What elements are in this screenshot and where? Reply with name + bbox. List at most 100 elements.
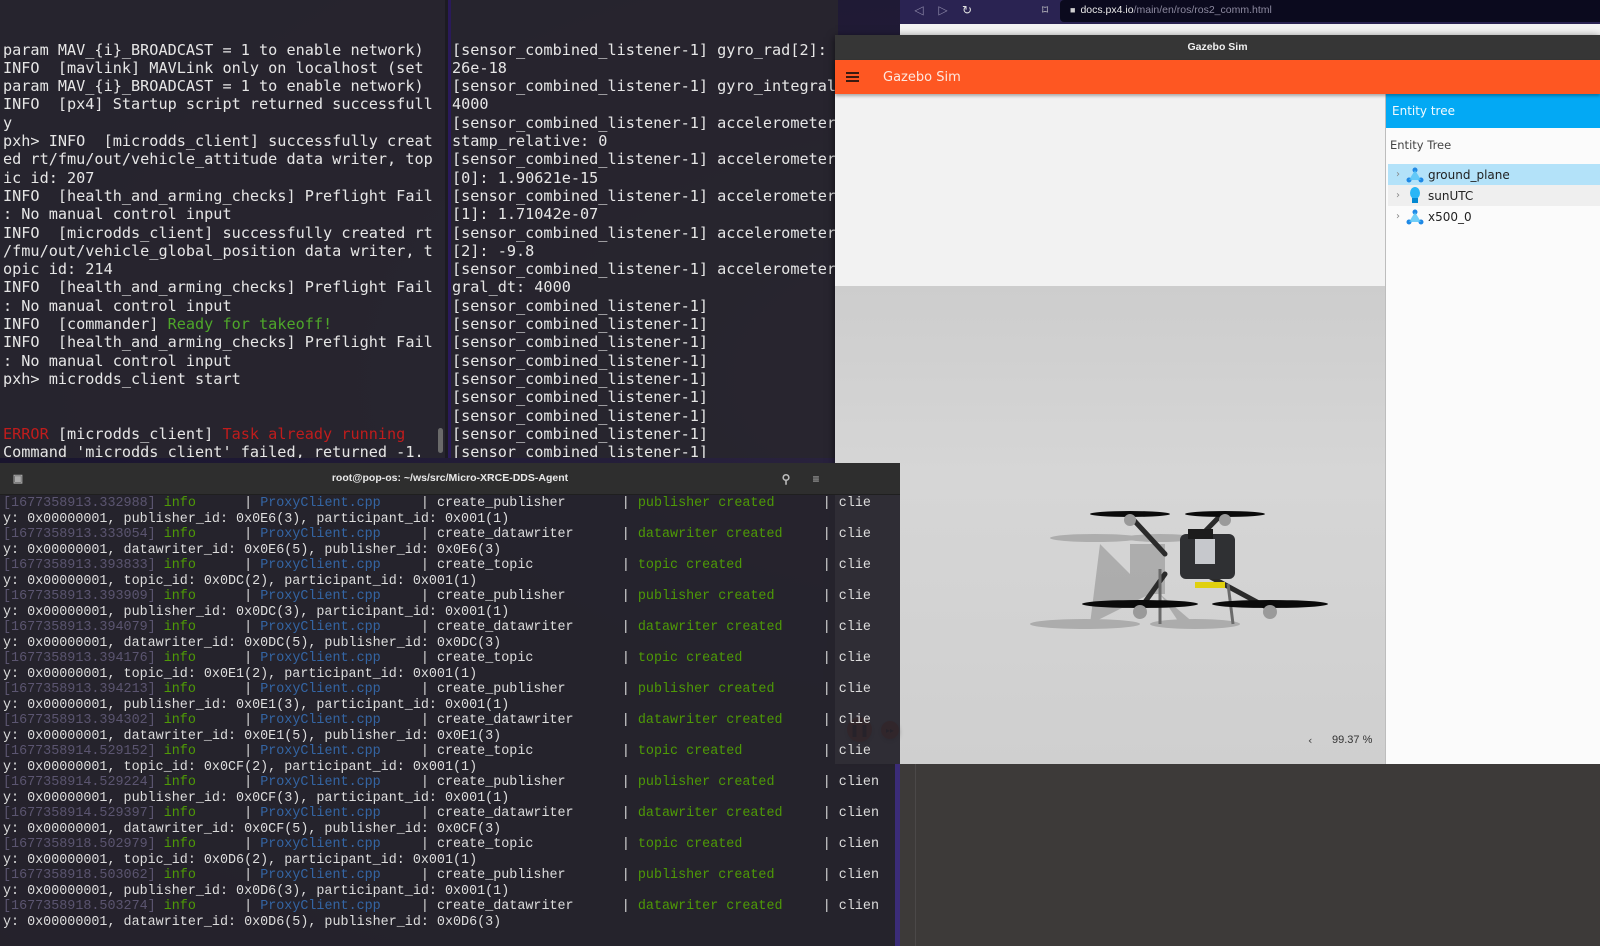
log-timestamp: [1677358914.529397] (3, 806, 156, 821)
terminal-line: : No manual control input (3, 205, 232, 224)
model-icon (1406, 208, 1424, 226)
url-bar[interactable]: ■ docs.px4.io/main/en/ros/ros2_comm.html (1060, 0, 1600, 22)
entity-tree-header[interactable]: Entity tree (1386, 94, 1600, 128)
log-entry: [1677358913.394213] info | ProxyClient.c… (3, 682, 871, 697)
log-timestamp: [1677358913.394302] (3, 713, 156, 728)
entity-row-sunUTC[interactable]: › sunUTC (1388, 185, 1600, 206)
hamburger-menu-icon[interactable]: ≡ (804, 468, 828, 490)
log-tail: clie (838, 744, 871, 759)
collapse-stats-icon[interactable]: ‹ (1308, 734, 1312, 747)
terminal-line: [sensor_combined_listener-1] (452, 424, 709, 443)
log-message: datawriter created (637, 620, 783, 635)
log-level: info (163, 682, 196, 697)
log-function: create_datawriter (436, 713, 574, 728)
log-function: create_publisher (436, 868, 566, 883)
real-time-factor: 99.37 % (1332, 734, 1373, 746)
terminal-line: [sensor_combined_listener-1] (452, 406, 709, 425)
log-timestamp: [1677358913.394079] (3, 620, 156, 635)
log-entry: [1677358914.529224] info | ProxyClient.c… (3, 775, 879, 791)
forward-icon[interactable]: ▷ (936, 3, 950, 17)
terminal-line: [sensor_combined_listener-1] (452, 333, 709, 352)
log-timestamp: [1677358913.393909] (3, 589, 156, 604)
log-timestamp: [1677358918.502979] (3, 837, 156, 852)
log-message: topic created (637, 558, 743, 573)
browser-window: ◁ ▷ ↻ ⌑ ■ docs.px4.io/main/en/ros/ros2_co… (900, 0, 1600, 36)
entity-name: ground_plane (1428, 167, 1510, 182)
gazebo-window-title[interactable]: Gazebo Sim (835, 35, 1600, 60)
log-tail: client_ke (838, 837, 879, 852)
3d-scene-viewport[interactable]: ❚❚ ▸▸ ‹ 99.37 % (835, 94, 1385, 764)
log-entry: [1677358913.394176] info | ProxyClient.c… (3, 651, 871, 666)
log-tail: clie (838, 589, 871, 604)
log-message: publisher created (637, 868, 775, 883)
terminal-line: [1]: 1.71042e-07 (452, 205, 599, 224)
log-function: create_publisher (436, 589, 566, 604)
terminal-line: [sensor_combined_listener-1] (452, 351, 709, 370)
agent-terminal-title: root@pop-os: ~/ws/src/Micro-XRCE-DDS-Age… (331, 472, 569, 484)
log-message: topic created (637, 837, 743, 852)
x500-drone-model[interactable] (1000, 474, 1330, 634)
log-detail: y: 0x00000001, datawriter_id: 0x0DC(5), … (3, 635, 502, 651)
log-source: ProxyClient.cpp (260, 620, 381, 635)
terminal-line: [sensor_combined_listener-1] gyro_integr… (452, 77, 837, 96)
gazebo-app-bar: Gazebo Sim (835, 60, 1600, 94)
status-message: Ready for takeoff! (167, 315, 333, 334)
new-tab-icon[interactable]: ▣ (10, 471, 26, 487)
log-timestamp: [1677358913.393833] (3, 558, 156, 573)
log-entry: [1677358918.503062] info | ProxyClient.c… (3, 868, 879, 884)
terminal-line: [sensor_combined_listener-1] acceleromet… (452, 113, 837, 132)
bookmark-icon[interactable]: ⌑ (1042, 3, 1048, 17)
terminal-line: [sensor_combined_listener-1] (452, 443, 709, 458)
log-detail: y: 0x00000001, topic_id: 0x0D6(2), parti… (3, 852, 478, 868)
expand-chevron-icon[interactable]: › (1396, 169, 1406, 180)
xrce-dds-agent-terminal[interactable]: ▣ root@pop-os: ~/ws/src/Micro-XRCE-DDS-A… (0, 463, 900, 946)
entity-row-ground_plane[interactable]: › ground_plane (1388, 164, 1600, 185)
sensor-listener-terminal[interactable]: [sensor_combined_listener-1] gyro_rad[2]… (448, 0, 838, 458)
log-source: ProxyClient.cpp (260, 527, 381, 542)
log-detail: y: 0x00000001, datawriter_id: 0x0E1(5), … (3, 728, 502, 744)
expand-chevron-icon[interactable]: › (1396, 190, 1406, 201)
hamburger-menu-button[interactable] (835, 60, 869, 94)
log-function: create_publisher (436, 775, 566, 790)
agent-terminal-titlebar[interactable]: ▣ root@pop-os: ~/ws/src/Micro-XRCE-DDS-A… (0, 463, 900, 495)
url-path: /main/en/ros/ros2_comm.html (1133, 4, 1272, 16)
background-window (900, 764, 1600, 946)
px4-scrollbar[interactable] (438, 428, 443, 453)
log-level: info (163, 775, 196, 790)
log-message: datawriter created (637, 527, 783, 542)
terminal-line: pxh> microdds_client start (3, 369, 241, 388)
light-icon (1406, 186, 1424, 205)
log-source: ProxyClient.cpp (260, 775, 381, 790)
entity-row-x500_0[interactable]: › x500_0 (1388, 206, 1600, 227)
reload-icon[interactable]: ↻ (960, 3, 974, 17)
entity-tree-panel: Entity tree Entity Tree › ground_plane › su… (1385, 94, 1600, 764)
log-message: datawriter created (637, 806, 783, 821)
log-message: topic created (637, 744, 743, 759)
terminal-line: pxh> INFO [microdds_client] successfully… (3, 132, 433, 151)
px4-shell-terminal[interactable]: param MAV_{i}_BROADCAST = 1 to enable ne… (0, 0, 445, 458)
terminal-line: gral_dt: 4000 (452, 278, 571, 297)
log-source: ProxyClient.cpp (260, 651, 381, 666)
search-icon[interactable]: ⚲ (774, 468, 798, 490)
log-entry: [1677358918.502979] info | ProxyClient.c… (3, 837, 879, 853)
log-source: ProxyClient.cpp (260, 837, 381, 852)
log-timestamp: [1677358913.332988] (3, 496, 156, 511)
log-source: ProxyClient.cpp (260, 868, 381, 883)
log-detail: y: 0x00000001, topic_id: 0x0E1(2), parti… (3, 666, 478, 682)
log-timestamp: [1677358913.394176] (3, 651, 156, 666)
terminal-line: y (3, 113, 13, 132)
model-icon (1406, 166, 1424, 184)
terminal-line: INFO [px4] Startup script returned succe… (3, 95, 433, 114)
log-entry: [1677358913.393909] info | ProxyClient.c… (3, 589, 871, 604)
log-message: publisher created (637, 682, 775, 697)
log-message: publisher created (637, 775, 775, 790)
terminal-line: INFO [microdds_client] successfully crea… (3, 223, 433, 242)
back-icon[interactable]: ◁ (912, 3, 926, 17)
log-level: info (163, 496, 196, 511)
terminal-line: [sensor_combined_listener-1] (452, 296, 709, 315)
browser-nav: ◁ ▷ ↻ (912, 3, 974, 17)
log-function: create_topic (436, 837, 534, 852)
log-source: ProxyClient.cpp (260, 496, 381, 511)
expand-chevron-icon[interactable]: › (1396, 211, 1406, 222)
